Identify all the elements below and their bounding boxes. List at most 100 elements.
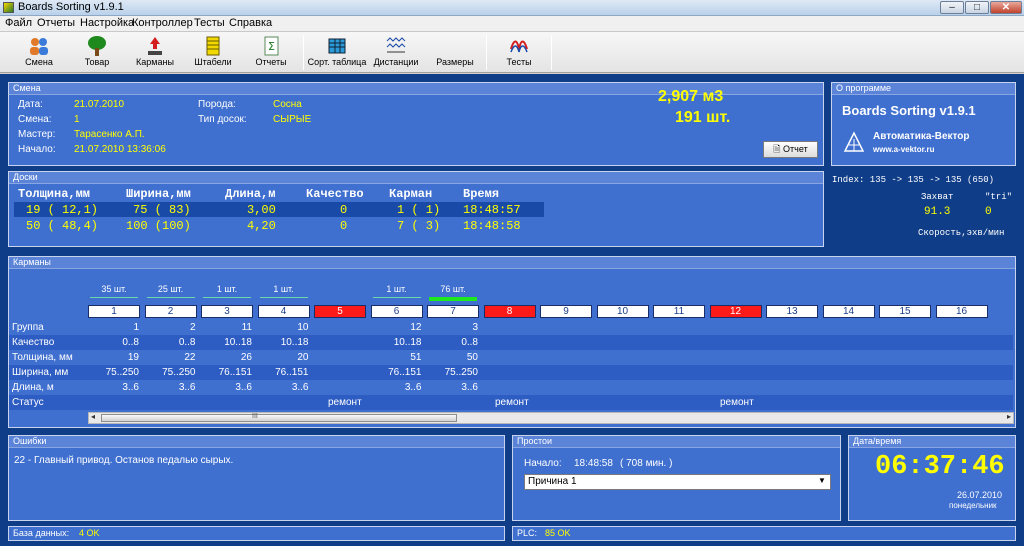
- toolbar-shift-button[interactable]: Смена: [9, 34, 69, 71]
- menu-file[interactable]: Файл: [5, 17, 32, 29]
- toolbar-sort-table-button[interactable]: Сорт. таблица: [307, 34, 367, 71]
- pocket-cell[interactable]: 13: [766, 305, 818, 318]
- toolbar-reports-button[interactable]: Σ Отчеты: [241, 34, 301, 71]
- db-status-label: База данных:: [13, 528, 70, 538]
- table-icon: [326, 35, 348, 57]
- board-cell: 18:48:58: [463, 219, 521, 233]
- boards-col-width: Ширина,мм: [126, 187, 191, 201]
- about-site[interactable]: www.a-vektor.ru: [873, 145, 935, 154]
- pocket-table-cell: 10..18: [280, 337, 309, 348]
- pocket-cell[interactable]: 15: [879, 305, 931, 318]
- toolbar-pockets-button[interactable]: Карманы: [125, 34, 185, 71]
- error-message: 22 - Главный привод. Останов педалью сыр…: [14, 455, 234, 466]
- menu-controller[interactable]: Контроллер: [132, 17, 193, 29]
- pocket-cell[interactable]: 2: [144, 305, 197, 318]
- species-value: Сосна: [273, 99, 302, 110]
- pocket-table-cell: 10: [297, 322, 309, 333]
- pocket-table-cell: 20: [297, 352, 309, 363]
- downtime-reason-select[interactable]: Причина 1 ▼: [524, 474, 831, 490]
- pocket-cell[interactable]: 7: [427, 305, 479, 318]
- menu-help[interactable]: Справка: [229, 17, 272, 29]
- capture-label: Захват: [921, 192, 954, 202]
- row-label-width: Ширина, мм: [12, 367, 69, 378]
- pocket-table-cell: 76..151: [388, 367, 422, 378]
- errors-panel: Ошибки: [8, 435, 505, 521]
- board-cell: 0: [340, 203, 348, 217]
- pocket-table-cell: 75..250: [105, 367, 139, 378]
- boards-col-time: Время: [463, 187, 500, 201]
- chevron-down-icon[interactable]: ▼: [816, 476, 828, 488]
- plc-status-bar: PLC: 85 OK: [512, 526, 1016, 541]
- pocket-cell[interactable]: 14: [822, 305, 875, 318]
- master-label: Мастер:: [18, 129, 56, 140]
- title-bar: Boards Sorting v1.9.1 – □ ✕: [0, 0, 1024, 16]
- clock-time: 06:37:46: [875, 452, 1005, 482]
- menu-tests[interactable]: Тесты: [194, 17, 225, 29]
- downtime-panel-header: Простои: [513, 436, 840, 448]
- boards-panel-header: Доски: [9, 172, 823, 184]
- pocket-cell[interactable]: 4: [257, 305, 310, 318]
- status-cell: ремонт: [720, 397, 754, 408]
- maximize-button[interactable]: □: [965, 1, 989, 14]
- db-status-value: 4 OK: [79, 528, 100, 538]
- about-panel-header: О программе: [832, 83, 1015, 95]
- toolbar-stacks-button[interactable]: Штабели: [183, 34, 243, 71]
- pocket-cell[interactable]: 9: [540, 305, 592, 318]
- pockets-panel-header: Карманы: [9, 257, 1015, 269]
- pieces-value: 191 шт.: [675, 109, 731, 126]
- toolbar-distances-button[interactable]: Дистанции: [366, 34, 426, 71]
- pocket-table-cell: 0..8: [178, 337, 196, 348]
- pocket-table-cell: 19: [127, 352, 139, 363]
- toolbar-label: Сорт. таблица: [307, 57, 367, 67]
- menu-settings[interactable]: Настройка: [80, 17, 134, 29]
- about-product: Boards Sorting v1.9.1: [842, 103, 976, 118]
- toolbar-separator: [486, 35, 487, 70]
- downtime-start-value: 18:48:58: [574, 458, 613, 469]
- menu-reports[interactable]: Отчеты: [37, 17, 75, 29]
- toolbar-tests-button[interactable]: Тесты: [489, 34, 549, 71]
- scrollbar-thumb[interactable]: III: [101, 413, 457, 422]
- speed-label: Скорость,эхв/мин: [918, 228, 1005, 238]
- minimize-button[interactable]: –: [940, 1, 964, 14]
- pocket-cell[interactable]: 16: [935, 305, 988, 318]
- pockets-icon: [144, 35, 166, 57]
- row-label-length: Длина, м: [12, 382, 54, 393]
- pocket-table-cell: 10..18: [224, 337, 252, 348]
- pocket-count: 1 шт.: [216, 284, 238, 294]
- pocket-cell[interactable]: 11: [653, 305, 705, 318]
- shift-value: 1: [74, 114, 80, 125]
- downtime-reason-value: Причина 1: [528, 476, 577, 487]
- scroll-right-icon[interactable]: ▸: [1007, 412, 1011, 421]
- pocket-cell[interactable]: 5: [314, 305, 366, 318]
- pocket-cell[interactable]: 12: [709, 305, 762, 318]
- menu-bar: Файл Отчеты Настройка Контроллер Тесты С…: [0, 16, 1024, 32]
- users-icon: [28, 35, 50, 57]
- pocket-cell[interactable]: 3: [201, 305, 253, 318]
- toolbar-label: Дистанции: [373, 57, 419, 67]
- board-cell: 1 ( 1): [397, 203, 441, 217]
- boards-col-quality: Качество: [306, 187, 364, 201]
- report-icon: Σ: [260, 35, 282, 57]
- scroll-left-icon[interactable]: ◂: [91, 412, 95, 421]
- pocket-count: 35 шт.: [101, 284, 127, 294]
- toolbar-separator: [303, 35, 304, 70]
- pocket-table-cell: 51: [410, 352, 422, 363]
- pockets-horizontal-scrollbar[interactable]: ◂ III ▸: [88, 412, 1014, 424]
- toolbar-sizes-button[interactable]: Размеры: [425, 34, 485, 71]
- toolbar-label: Товар: [84, 57, 110, 67]
- pocket-fill-bar: [146, 297, 195, 298]
- date-value: 21.07.2010: [74, 99, 125, 110]
- report-button[interactable]: 🗎 Отчет: [763, 141, 818, 158]
- report-button-label: Отчет: [783, 144, 808, 154]
- toolbar-label: Размеры: [436, 57, 474, 67]
- toolbar-goods-button[interactable]: Товар: [67, 34, 127, 71]
- pocket-cell[interactable]: 10: [596, 305, 649, 318]
- db-status-bar: База данных: 4 OK: [8, 526, 505, 541]
- board-cell: 4,20: [247, 219, 276, 233]
- pocket-cell[interactable]: 6: [370, 305, 423, 318]
- board-cell: 50 ( 48,4): [26, 219, 99, 233]
- pocket-cell[interactable]: 8: [483, 305, 536, 318]
- pocket-cell[interactable]: 1: [88, 305, 140, 318]
- pocket-table-cell: 50: [466, 352, 478, 363]
- close-button[interactable]: ✕: [990, 1, 1022, 14]
